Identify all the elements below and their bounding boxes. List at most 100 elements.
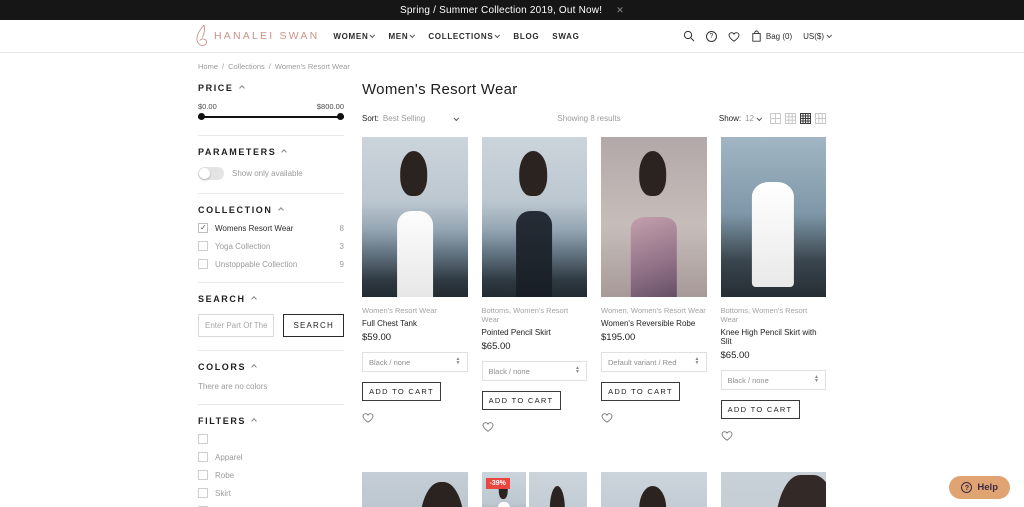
product-image[interactable] xyxy=(528,472,587,507)
filters-section-header[interactable]: FILTERS xyxy=(198,416,344,426)
price-slider-track[interactable] xyxy=(198,116,344,118)
close-icon[interactable]: ✕ xyxy=(616,5,624,16)
product-price: $59.00 xyxy=(362,332,392,343)
colors-section-header[interactable]: COLORS xyxy=(198,362,344,372)
variant-select[interactable]: Black / none ▲ ▼ xyxy=(720,370,826,390)
filter-skirt[interactable]: Skirt xyxy=(198,488,344,498)
price-section: PRICE $0.00 $800.00 xyxy=(198,81,344,136)
checkbox-checked[interactable] xyxy=(198,223,208,233)
product-image[interactable] xyxy=(720,472,826,507)
product-image[interactable] xyxy=(601,472,707,507)
wishlist-heart-icon[interactable] xyxy=(728,31,740,42)
wishlist-heart-icon[interactable] xyxy=(721,428,733,446)
help-circle-icon[interactable]: ? xyxy=(705,30,717,42)
product-price: $65.00 xyxy=(481,341,511,352)
grid-list-icon[interactable] xyxy=(815,113,826,124)
product-name[interactable]: Pointed Pencil Skirt xyxy=(482,328,588,337)
price-slider-handle-max[interactable] xyxy=(337,113,344,120)
product-price: $65.00 xyxy=(720,350,750,361)
grid-2x2-icon[interactable] xyxy=(770,113,781,124)
chevron-down-icon xyxy=(756,114,763,121)
breadcrumb-current: Women's Resort Wear xyxy=(274,62,350,71)
checkbox[interactable] xyxy=(198,434,208,444)
filter-sidebar: PRICE $0.00 $800.00 PARAMETERS Show only… xyxy=(198,81,344,507)
product-name[interactable]: Knee High Pencil Skirt with Slit xyxy=(721,328,827,346)
product-grid: Women's Resort Wear Full Chest Tank $59.… xyxy=(362,137,826,507)
filters-section: FILTERS Apparel Robe Skirt xyxy=(198,405,344,507)
nav-swag[interactable]: SWAG xyxy=(552,32,579,41)
chevron-down-icon xyxy=(369,32,376,39)
breadcrumb-collections[interactable]: Collections xyxy=(228,62,265,71)
checkbox[interactable] xyxy=(198,488,208,498)
product-image[interactable] xyxy=(362,472,468,507)
wishlist-heart-icon[interactable] xyxy=(601,410,613,428)
search-section: SEARCH SEARCH xyxy=(198,283,344,351)
add-to-cart-button[interactable]: ADD TO CART xyxy=(362,382,441,401)
add-to-cart-button[interactable]: ADD TO CART xyxy=(720,400,800,419)
variant-select[interactable]: Default variant / Red ▲ ▼ xyxy=(601,352,707,372)
price-min: $0.00 xyxy=(198,102,217,111)
filter-apparel[interactable]: Apparel xyxy=(198,452,344,462)
select-stepper-icon: ▲ ▼ xyxy=(455,356,461,366)
variant-select[interactable]: Black / none ▲ ▼ xyxy=(481,361,587,381)
currency-selector[interactable]: US($) xyxy=(803,32,833,41)
product-image[interactable]: -39% xyxy=(481,472,587,507)
filter-unnamed[interactable] xyxy=(198,434,344,444)
collection-section-header[interactable]: COLLECTION xyxy=(198,205,344,215)
add-to-cart-button[interactable]: ADD TO CART xyxy=(601,382,680,401)
chevron-up-icon xyxy=(281,149,288,155)
product-name[interactable]: Women's Reversible Robe xyxy=(601,319,707,328)
chevron-up-icon xyxy=(277,207,284,213)
product-image[interactable] xyxy=(720,137,826,297)
product-category: Women's Resort Wear xyxy=(362,306,437,315)
show-per-page-dropdown[interactable]: Show: 12 xyxy=(719,114,763,123)
search-input[interactable] xyxy=(198,314,275,337)
parameters-section-header[interactable]: PARAMETERS xyxy=(198,147,344,157)
price-slider-handle-min[interactable] xyxy=(198,113,205,120)
search-section-header[interactable]: SEARCH xyxy=(198,294,344,304)
wishlist-heart-icon[interactable] xyxy=(362,410,374,428)
product-category: Women, Women's Resort Wear xyxy=(601,306,706,315)
checkbox[interactable] xyxy=(198,259,208,269)
chevron-up-icon xyxy=(238,85,245,91)
grid-3x3-icon[interactable] xyxy=(785,113,796,124)
swan-logo-icon xyxy=(196,24,207,46)
chevron-up-icon xyxy=(251,364,257,370)
logo[interactable]: HANALEI SWAN xyxy=(192,24,319,48)
product-card: Bottoms, Women's Resort Wear Knee High P… xyxy=(720,137,827,446)
collection-filter-unstoppable-collection[interactable]: Unstoppable Collection 9 xyxy=(198,259,344,269)
toolbar: Sort: Best Selling Showing 8 results Sho… xyxy=(362,113,826,124)
nav-collections[interactable]: COLLECTIONS xyxy=(428,32,501,41)
collection-filter-womens-resort-wear[interactable]: Womens Resort Wear 8 xyxy=(198,223,344,233)
site-header: HANALEI SWAN WOMEN MEN COLLECTIONS BLOG … xyxy=(0,20,1024,53)
checkbox[interactable] xyxy=(198,470,208,480)
price-slider[interactable] xyxy=(198,113,344,122)
wishlist-heart-icon[interactable] xyxy=(482,419,494,437)
collection-filter-yoga-collection[interactable]: Yoga Collection 3 xyxy=(198,241,344,251)
product-image[interactable] xyxy=(481,137,587,297)
search-button[interactable]: SEARCH xyxy=(283,314,344,337)
product-name[interactable]: Full Chest Tank xyxy=(362,319,468,328)
variant-select[interactable]: Black / none ▲ ▼ xyxy=(362,352,468,372)
price-section-header[interactable]: PRICE xyxy=(198,83,344,93)
breadcrumb-home[interactable]: Home xyxy=(198,62,218,71)
nav-women[interactable]: WOMEN xyxy=(333,32,376,41)
filter-robe[interactable]: Robe xyxy=(198,470,344,480)
product-image[interactable] xyxy=(601,137,707,297)
checkbox[interactable] xyxy=(198,452,208,462)
chevron-up-icon xyxy=(250,296,257,302)
availability-toggle[interactable] xyxy=(198,167,224,180)
nav-men[interactable]: MEN xyxy=(388,32,416,41)
sort-dropdown[interactable]: Sort: Best Selling xyxy=(362,114,460,123)
select-stepper-icon: ▲ ▼ xyxy=(575,365,580,375)
bag-button[interactable]: Bag (0) xyxy=(751,30,792,42)
product-card: Bottoms, Women's Resort Wear Pointed Pen… xyxy=(481,137,588,446)
add-to-cart-button[interactable]: ADD TO CART xyxy=(481,391,561,410)
grid-4x4-icon-active[interactable] xyxy=(800,113,811,124)
search-icon[interactable] xyxy=(683,30,695,42)
nav-blog[interactable]: BLOG xyxy=(513,32,539,41)
checkbox[interactable] xyxy=(198,241,208,251)
product-image[interactable] xyxy=(362,137,468,297)
help-button[interactable]: ? Help xyxy=(949,476,1010,499)
logo-text: HANALEI SWAN xyxy=(214,30,320,42)
